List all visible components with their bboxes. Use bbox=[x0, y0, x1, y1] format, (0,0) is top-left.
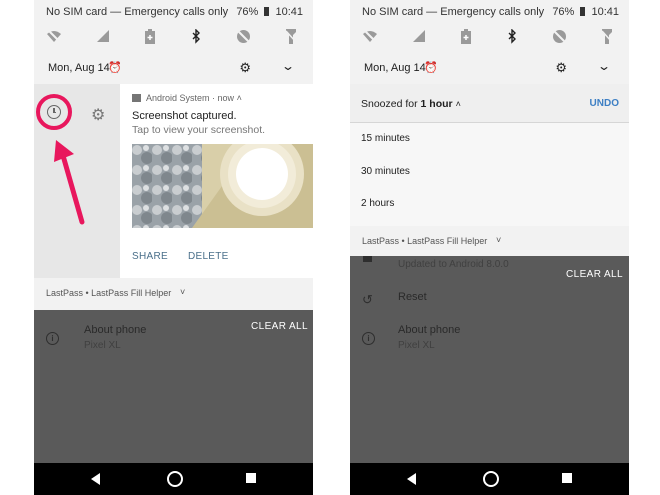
notification-shade: No SIM card — Emergency calls only 76% 1… bbox=[350, 0, 629, 84]
notification-subtitle: Tap to view your screenshot. bbox=[132, 124, 266, 136]
reset-title[interactable]: Reset bbox=[398, 291, 427, 303]
info-icon: i bbox=[362, 332, 375, 345]
date-label: Mon, Aug 14 bbox=[364, 62, 426, 74]
notification-app: Android System bbox=[146, 93, 210, 103]
back-icon[interactable] bbox=[91, 473, 100, 485]
snooze-header: Snoozed for 1 hour ˄ UNDO bbox=[350, 84, 629, 123]
snooze-options: 15 minutes 30 minutes 2 hours bbox=[350, 123, 629, 226]
battery-icon bbox=[580, 7, 586, 16]
navigation-bar bbox=[350, 463, 629, 495]
battery-level: 76% bbox=[236, 6, 259, 18]
home-icon[interactable] bbox=[483, 471, 499, 487]
update-icon bbox=[363, 256, 372, 262]
snooze-button[interactable] bbox=[36, 94, 72, 130]
carrier-text: No SIM card — Emergency calls only bbox=[362, 6, 545, 18]
gear-icon[interactable]: ⚙ bbox=[555, 60, 567, 76]
date-row: Mon, Aug 14 ⏰ ⚙ ⌄ bbox=[34, 58, 313, 80]
signal-icon[interactable] bbox=[411, 28, 427, 44]
reset-icon: ↺ bbox=[362, 292, 373, 307]
gear-icon[interactable]: ⚙ bbox=[239, 60, 251, 76]
about-phone-subtitle: Pixel XL bbox=[84, 340, 121, 351]
snooze-option[interactable]: 30 minutes bbox=[361, 166, 410, 177]
navigation-bar bbox=[34, 463, 313, 495]
update-text: Updated to Android 8.0.0 bbox=[398, 259, 509, 270]
about-phone-subtitle: Pixel XL bbox=[398, 340, 435, 351]
wifi-off-icon[interactable] bbox=[362, 28, 378, 44]
chevron-up-icon: ˄ bbox=[455, 99, 461, 109]
do-not-disturb-icon[interactable] bbox=[551, 28, 567, 44]
carrier-text: No SIM card — Emergency calls only bbox=[46, 6, 229, 18]
flashlight-icon[interactable] bbox=[599, 28, 615, 44]
snooze-label: Snoozed for bbox=[361, 98, 418, 110]
chevron-down-icon[interactable]: ⌄ bbox=[281, 59, 295, 73]
alarm-icon: ⏰ bbox=[424, 62, 438, 74]
lastpass-notification[interactable]: LastPass • LastPass Fill Helper ˅ bbox=[350, 226, 629, 256]
pointer-arrow bbox=[54, 140, 85, 225]
dimmed-notifications: i About phone Pixel XL CLEAR ALL bbox=[34, 310, 313, 463]
date-row: Mon, Aug 14 ⏰ ⚙ ⌄ bbox=[350, 58, 629, 80]
back-icon[interactable] bbox=[407, 473, 416, 485]
wifi-off-icon[interactable] bbox=[46, 28, 62, 44]
dimmed-notifications: Updated to Android 8.0.0 CLEAR ALL ↺ Res… bbox=[350, 256, 629, 463]
phone-right: No SIM card — Emergency calls only 76% 1… bbox=[350, 0, 629, 495]
home-icon[interactable] bbox=[167, 471, 183, 487]
lastpass-label: LastPass • LastPass Fill Helper bbox=[362, 236, 488, 246]
info-icon: i bbox=[46, 332, 59, 345]
recents-icon[interactable] bbox=[246, 473, 256, 483]
screenshot-thumbnail[interactable] bbox=[132, 144, 313, 228]
battery-saver-icon[interactable] bbox=[142, 28, 158, 44]
about-phone-title[interactable]: About phone bbox=[398, 324, 460, 336]
lastpass-notification[interactable]: LastPass • LastPass Fill Helper ˅ bbox=[34, 278, 313, 310]
quick-settings-row bbox=[34, 26, 313, 48]
undo-button[interactable]: UNDO bbox=[590, 98, 619, 109]
chevron-down-icon: ˅ bbox=[180, 287, 186, 297]
clock-icon bbox=[47, 105, 61, 119]
alarm-icon: ⏰ bbox=[108, 62, 122, 74]
date-label: Mon, Aug 14 bbox=[48, 62, 110, 74]
clear-all-button[interactable]: CLEAR ALL bbox=[566, 269, 623, 280]
share-button[interactable]: SHARE bbox=[132, 251, 168, 262]
lastpass-label: LastPass • LastPass Fill Helper bbox=[46, 288, 172, 298]
battery-saver-icon[interactable] bbox=[458, 28, 474, 44]
chevron-down-icon[interactable]: ⌄ bbox=[597, 59, 611, 73]
image-icon bbox=[132, 94, 141, 102]
notification-time: now bbox=[217, 93, 235, 103]
snooze-option[interactable]: 15 minutes bbox=[361, 133, 410, 144]
chevron-up-icon: ˄ bbox=[236, 93, 242, 103]
signal-icon[interactable] bbox=[95, 28, 111, 44]
snooze-status[interactable]: Snoozed for 1 hour ˄ bbox=[361, 98, 461, 110]
chevron-down-icon: ˅ bbox=[496, 235, 502, 245]
notification-header: Android System · now ˄ bbox=[132, 93, 242, 103]
phone-left: No SIM card — Emergency calls only 76% 1… bbox=[34, 0, 313, 495]
bluetooth-icon[interactable] bbox=[188, 28, 204, 44]
about-phone-title[interactable]: About phone bbox=[84, 324, 146, 336]
clock-time: 10:41 bbox=[275, 6, 303, 18]
delete-button[interactable]: DELETE bbox=[188, 251, 229, 262]
status-right: 76% 10:41 bbox=[236, 6, 303, 18]
snooze-duration: 1 hour bbox=[420, 98, 453, 110]
do-not-disturb-icon[interactable] bbox=[235, 28, 251, 44]
notification-title: Screenshot captured. bbox=[132, 110, 237, 122]
status-bar: No SIM card — Emergency calls only 76% 1… bbox=[34, 0, 313, 24]
quick-settings-row bbox=[350, 26, 629, 48]
status-bar: No SIM card — Emergency calls only 76% 1… bbox=[350, 0, 629, 24]
battery-icon bbox=[264, 7, 270, 16]
notification-shade: No SIM card — Emergency calls only 76% 1… bbox=[34, 0, 313, 84]
snooze-option[interactable]: 2 hours bbox=[361, 198, 394, 209]
notification-actions: SHARE DELETE bbox=[132, 251, 249, 262]
status-right: 76% 10:41 bbox=[552, 6, 619, 18]
clear-all-button[interactable]: CLEAR ALL bbox=[251, 321, 308, 332]
gear-icon[interactable]: ⚙ bbox=[91, 105, 105, 125]
clock-time: 10:41 bbox=[591, 6, 619, 18]
bluetooth-icon[interactable] bbox=[504, 28, 520, 44]
recents-icon[interactable] bbox=[562, 473, 572, 483]
screenshot-notification[interactable]: Android System · now ˄ Screenshot captur… bbox=[120, 84, 313, 278]
notification-swipe-actions: ⚙ bbox=[34, 84, 120, 278]
flashlight-icon[interactable] bbox=[283, 28, 299, 44]
battery-level: 76% bbox=[552, 6, 575, 18]
